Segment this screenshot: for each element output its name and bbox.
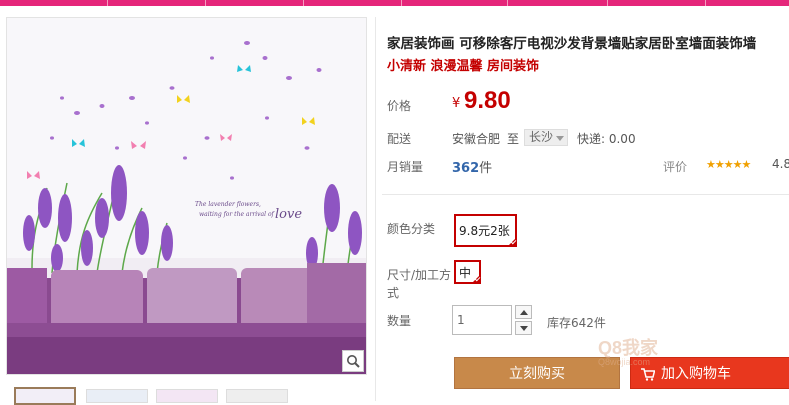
size-option-label-line2: 式 (387, 286, 400, 300)
size-option-label: 尺寸/加工方 (387, 268, 452, 282)
product-subtitle: 小清新 浪漫温馨 房间装饰 (387, 59, 540, 74)
destination-select[interactable]: 长沙 (524, 129, 568, 146)
magnifier-icon (347, 355, 360, 368)
selected-check-icon (507, 237, 517, 247)
product-title: 家居装饰画 可移除客厅电视沙发背景墙贴家居卧室墙面装饰墙 (387, 36, 757, 52)
product-info-panel: 家居装饰画 可移除客厅电视沙发背景墙贴家居卧室墙面装饰墙 小清新 浪漫温馨 房间… (375, 17, 789, 401)
divider (382, 194, 789, 195)
shipping-origin: 安徽合肥 (452, 132, 501, 146)
shipping-label: 配送 (387, 132, 412, 146)
top-nav-bar (0, 0, 789, 6)
chevron-up-icon (519, 309, 528, 315)
sofa-shape (7, 263, 366, 374)
chevron-down-icon (556, 136, 564, 141)
watermark-logo: Q8我家 Q8wojia.com (598, 339, 658, 367)
price-currency: ¥ (452, 96, 461, 111)
chevron-down-icon (519, 325, 528, 331)
image-caption-line2: waiting for the arrival of (199, 211, 276, 218)
sku-color-option[interactable]: 9.8元2张 (454, 214, 517, 247)
thumbnail-strip (10, 385, 370, 405)
destination-value: 长沙 (529, 130, 554, 144)
shipping-to: 至 (507, 132, 520, 146)
quantity-input[interactable]: 1 (452, 305, 512, 335)
rating-label: 评价 (663, 160, 688, 174)
rating-value: 4.8 (772, 157, 789, 171)
price-value: 9.80 (464, 87, 511, 114)
selected-check-icon (471, 274, 481, 284)
monthly-sales-count: 362件 (452, 157, 492, 176)
quantity-decrease-button[interactable] (515, 321, 532, 335)
watermark-line2: Q8wojia.com (598, 357, 651, 367)
product-main-image[interactable]: The lavender flowers, waiting for the ar… (6, 17, 367, 375)
image-caption-line1: The lavender flowers, (195, 201, 261, 208)
buy-now-button[interactable]: 立刻购买 (454, 357, 620, 389)
stock-count: 库存642件 (547, 316, 606, 330)
image-caption-love: love (275, 207, 302, 222)
wall-sticker-photo: The lavender flowers, waiting for the ar… (7, 18, 366, 374)
thumbnail-1[interactable] (14, 387, 76, 405)
cart-icon (641, 368, 655, 381)
price-label: 价格 (387, 99, 412, 113)
shipping-express: 快递: 0.00 (577, 132, 636, 146)
watermark-line1: Q8我家 (598, 338, 659, 358)
color-option-label: 颜色分类 (387, 222, 436, 236)
sku-color-value: 9.8元2张 (459, 224, 510, 238)
rating-stars: ★★★★★ (706, 158, 751, 171)
quantity-label: 数量 (387, 314, 412, 328)
sales-count-number: 362 (452, 161, 480, 176)
monthly-sales-label: 月销量 (387, 160, 424, 174)
add-to-cart-label: 加入购物车 (661, 366, 731, 382)
sku-size-option[interactable]: 中 (454, 260, 481, 284)
quantity-increase-button[interactable] (515, 305, 532, 319)
sales-count-unit: 件 (479, 161, 493, 176)
sku-size-value: 中 (459, 265, 472, 280)
zoom-button[interactable] (342, 350, 364, 372)
